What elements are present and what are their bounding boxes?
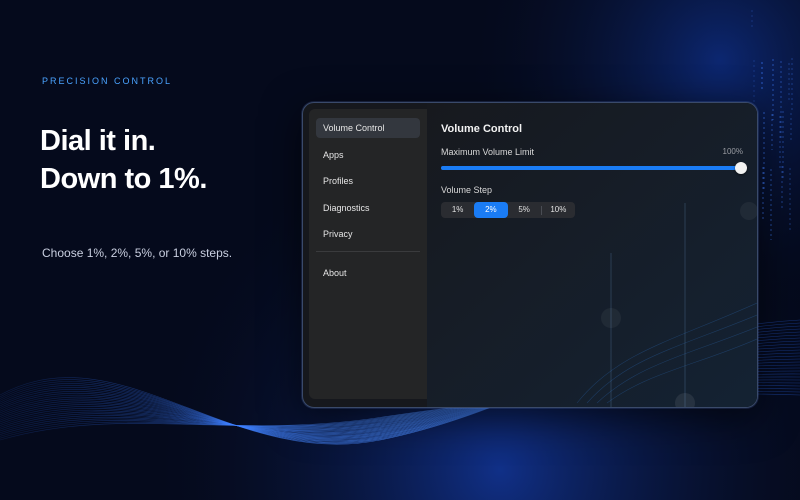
volume-control-panel: Volume Control Maximum Volume Limit 100%… bbox=[427, 103, 757, 407]
max-volume-slider[interactable] bbox=[441, 162, 747, 174]
sidebar-item-volume-control[interactable]: Volume Control bbox=[316, 118, 420, 138]
sidebar: Volume Control Apps Profiles Diagnostics… bbox=[309, 109, 427, 399]
volume-step-option-10[interactable]: 10% bbox=[542, 202, 575, 218]
sidebar-item-diagnostics[interactable]: Diagnostics bbox=[316, 198, 420, 218]
subtext: Choose 1%, 2%, 5%, or 10% steps. bbox=[42, 246, 233, 260]
headline-line-2: Down to 1%. bbox=[40, 163, 207, 195]
app-window: Volume Control Apps Profiles Diagnostics… bbox=[302, 102, 758, 408]
headline-line-1: Dial it in. bbox=[40, 125, 156, 157]
sidebar-item-apps[interactable]: Apps bbox=[316, 145, 420, 165]
max-volume-slider-fill bbox=[441, 166, 743, 170]
sidebar-divider bbox=[316, 251, 420, 252]
sidebar-item-privacy[interactable]: Privacy bbox=[316, 224, 420, 244]
headline: Dial it in. Down to 1%. bbox=[40, 122, 207, 198]
volume-step-label: Volume Step bbox=[441, 185, 493, 195]
volume-step-segmented-control: 1% 2% 5% 10% bbox=[441, 202, 575, 218]
max-volume-label: Maximum Volume Limit bbox=[441, 147, 535, 157]
max-volume-slider-thumb[interactable] bbox=[735, 162, 747, 174]
volume-step-option-5[interactable]: 5% bbox=[508, 202, 541, 218]
sidebar-item-profiles[interactable]: Profiles bbox=[316, 171, 420, 191]
panel-title: Volume Control bbox=[441, 123, 523, 135]
volume-step-option-1[interactable]: 1% bbox=[441, 202, 474, 218]
volume-step-option-2[interactable]: 2% bbox=[474, 202, 508, 218]
sidebar-item-about[interactable]: About bbox=[316, 263, 420, 283]
eyebrow-label: PRECISION CONTROL bbox=[42, 76, 173, 86]
max-volume-value: 100% bbox=[722, 147, 743, 156]
